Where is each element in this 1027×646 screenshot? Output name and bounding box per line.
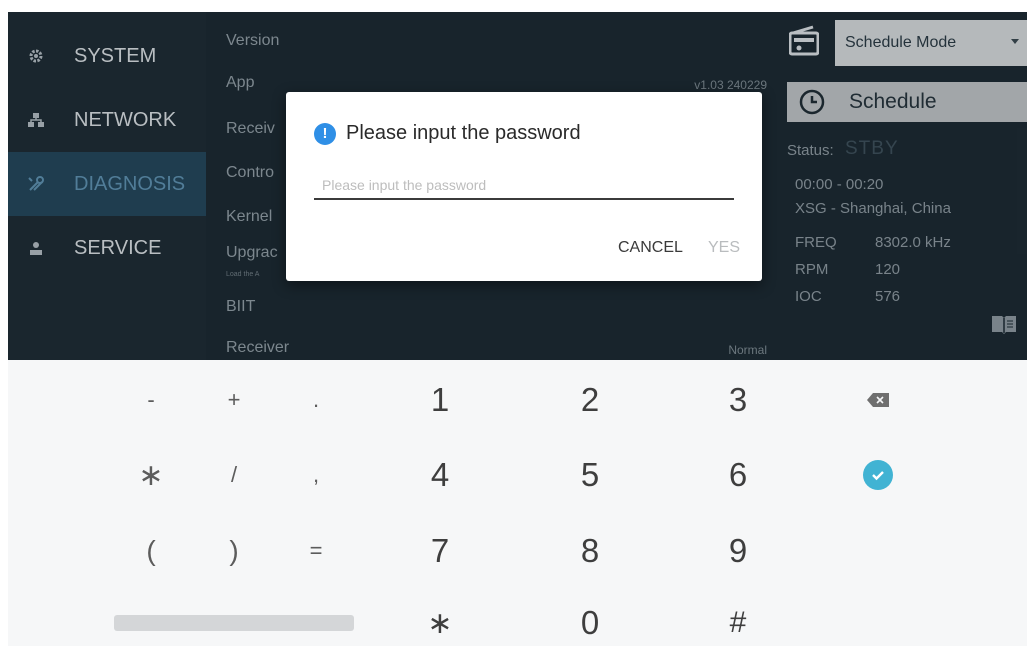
sidebar-nav: SYSTEM NETWORK DIAGNOSIS SERVICE bbox=[8, 12, 206, 360]
password-dialog: ! Please input the password CANCEL YES bbox=[286, 92, 762, 281]
key-4[interactable]: 4 bbox=[390, 440, 490, 510]
cancel-button[interactable]: CANCEL bbox=[618, 239, 683, 257]
kernel-label: Kernel bbox=[226, 208, 273, 225]
app-label: App bbox=[226, 74, 255, 91]
key-hash[interactable]: # bbox=[688, 588, 788, 646]
sidebar-item-label: NETWORK bbox=[74, 108, 177, 131]
ioc-label: IOC bbox=[795, 288, 822, 305]
ioc-value: 576 bbox=[875, 288, 901, 305]
version-heading: Version bbox=[226, 32, 280, 49]
receiver-label: Receiv bbox=[226, 120, 275, 137]
key-7[interactable]: 7 bbox=[390, 516, 490, 586]
dialog-title: ! Please input the password bbox=[314, 122, 581, 145]
tools-icon bbox=[22, 175, 50, 193]
backspace-key[interactable] bbox=[828, 365, 928, 435]
control-label: Contro bbox=[226, 164, 275, 181]
time-range: 00:00 - 00:20 bbox=[795, 176, 884, 193]
biit-heading: BIIT bbox=[226, 298, 256, 315]
rpm-value: 120 bbox=[875, 261, 901, 278]
key-0[interactable]: 0 bbox=[540, 588, 640, 646]
yes-button[interactable]: YES bbox=[708, 239, 740, 257]
sidebar-item-label: SYSTEM bbox=[74, 44, 157, 67]
receiver-status-value: Normal bbox=[728, 343, 767, 357]
network-icon bbox=[22, 112, 50, 128]
password-input[interactable] bbox=[314, 172, 734, 200]
key-equals[interactable]: = bbox=[266, 516, 366, 586]
status-label: Status: bbox=[787, 142, 834, 159]
sidebar-item-label: DIAGNOSIS bbox=[74, 172, 186, 195]
key-comma[interactable]: , bbox=[266, 440, 366, 510]
key-9[interactable]: 9 bbox=[688, 516, 788, 586]
book-icon[interactable] bbox=[991, 314, 1017, 334]
chevron-down-icon bbox=[1011, 39, 1019, 44]
station-name: XSG - Shanghai, China bbox=[795, 200, 951, 217]
upgrade-subtext: Load the A bbox=[226, 271, 260, 278]
key-2[interactable]: 2 bbox=[540, 365, 640, 435]
backspace-icon bbox=[867, 393, 889, 407]
schedule-button-label: Schedule bbox=[849, 90, 937, 113]
sidebar-item-diagnosis[interactable]: DIAGNOSIS bbox=[8, 152, 206, 216]
status-panel: Schedule Mode Schedule Status: STBY 00:0… bbox=[783, 12, 1027, 360]
clock-icon bbox=[799, 89, 825, 115]
sidebar-item-service[interactable]: SERVICE bbox=[8, 216, 206, 280]
sidebar-item-label: SERVICE bbox=[74, 236, 162, 259]
sidebar-item-network[interactable]: NETWORK bbox=[8, 88, 206, 152]
check-icon bbox=[863, 460, 893, 490]
schedule-button[interactable]: Schedule bbox=[787, 82, 1027, 122]
receiver-status-label: Receiver bbox=[226, 339, 290, 356]
key-5[interactable]: 5 bbox=[540, 440, 640, 510]
mode-select[interactable]: Schedule Mode bbox=[835, 20, 1027, 66]
exclamation-icon: ! bbox=[314, 122, 336, 145]
person-icon bbox=[22, 241, 50, 255]
numeric-keyboard: - + . 1 2 3 ∗ / , 4 5 6 ( ) = 7 8 9 ∗ 0 … bbox=[8, 360, 1027, 646]
freq-label: FREQ bbox=[795, 234, 837, 251]
upgrade-label[interactable]: Upgrac bbox=[226, 244, 278, 262]
key-3[interactable]: 3 bbox=[688, 365, 788, 435]
key-period[interactable]: . bbox=[266, 365, 366, 435]
freq-value: 8302.0 kHz bbox=[875, 234, 951, 251]
mode-select-value: Schedule Mode bbox=[845, 34, 957, 51]
radio-icon bbox=[788, 24, 820, 56]
key-star[interactable]: ∗ bbox=[390, 588, 490, 646]
key-1[interactable]: 1 bbox=[390, 365, 490, 435]
status-value: STBY bbox=[845, 138, 899, 159]
key-6[interactable]: 6 bbox=[688, 440, 788, 510]
dialog-title-text: Please input the password bbox=[346, 122, 581, 144]
app-version-value: v1.03 240229 bbox=[694, 78, 767, 92]
key-8[interactable]: 8 bbox=[540, 516, 640, 586]
gear-icon bbox=[22, 48, 50, 64]
enter-key[interactable] bbox=[828, 440, 928, 510]
rpm-label: RPM bbox=[795, 261, 829, 278]
space-key[interactable] bbox=[114, 615, 354, 631]
sidebar-item-system[interactable]: SYSTEM bbox=[8, 24, 206, 88]
